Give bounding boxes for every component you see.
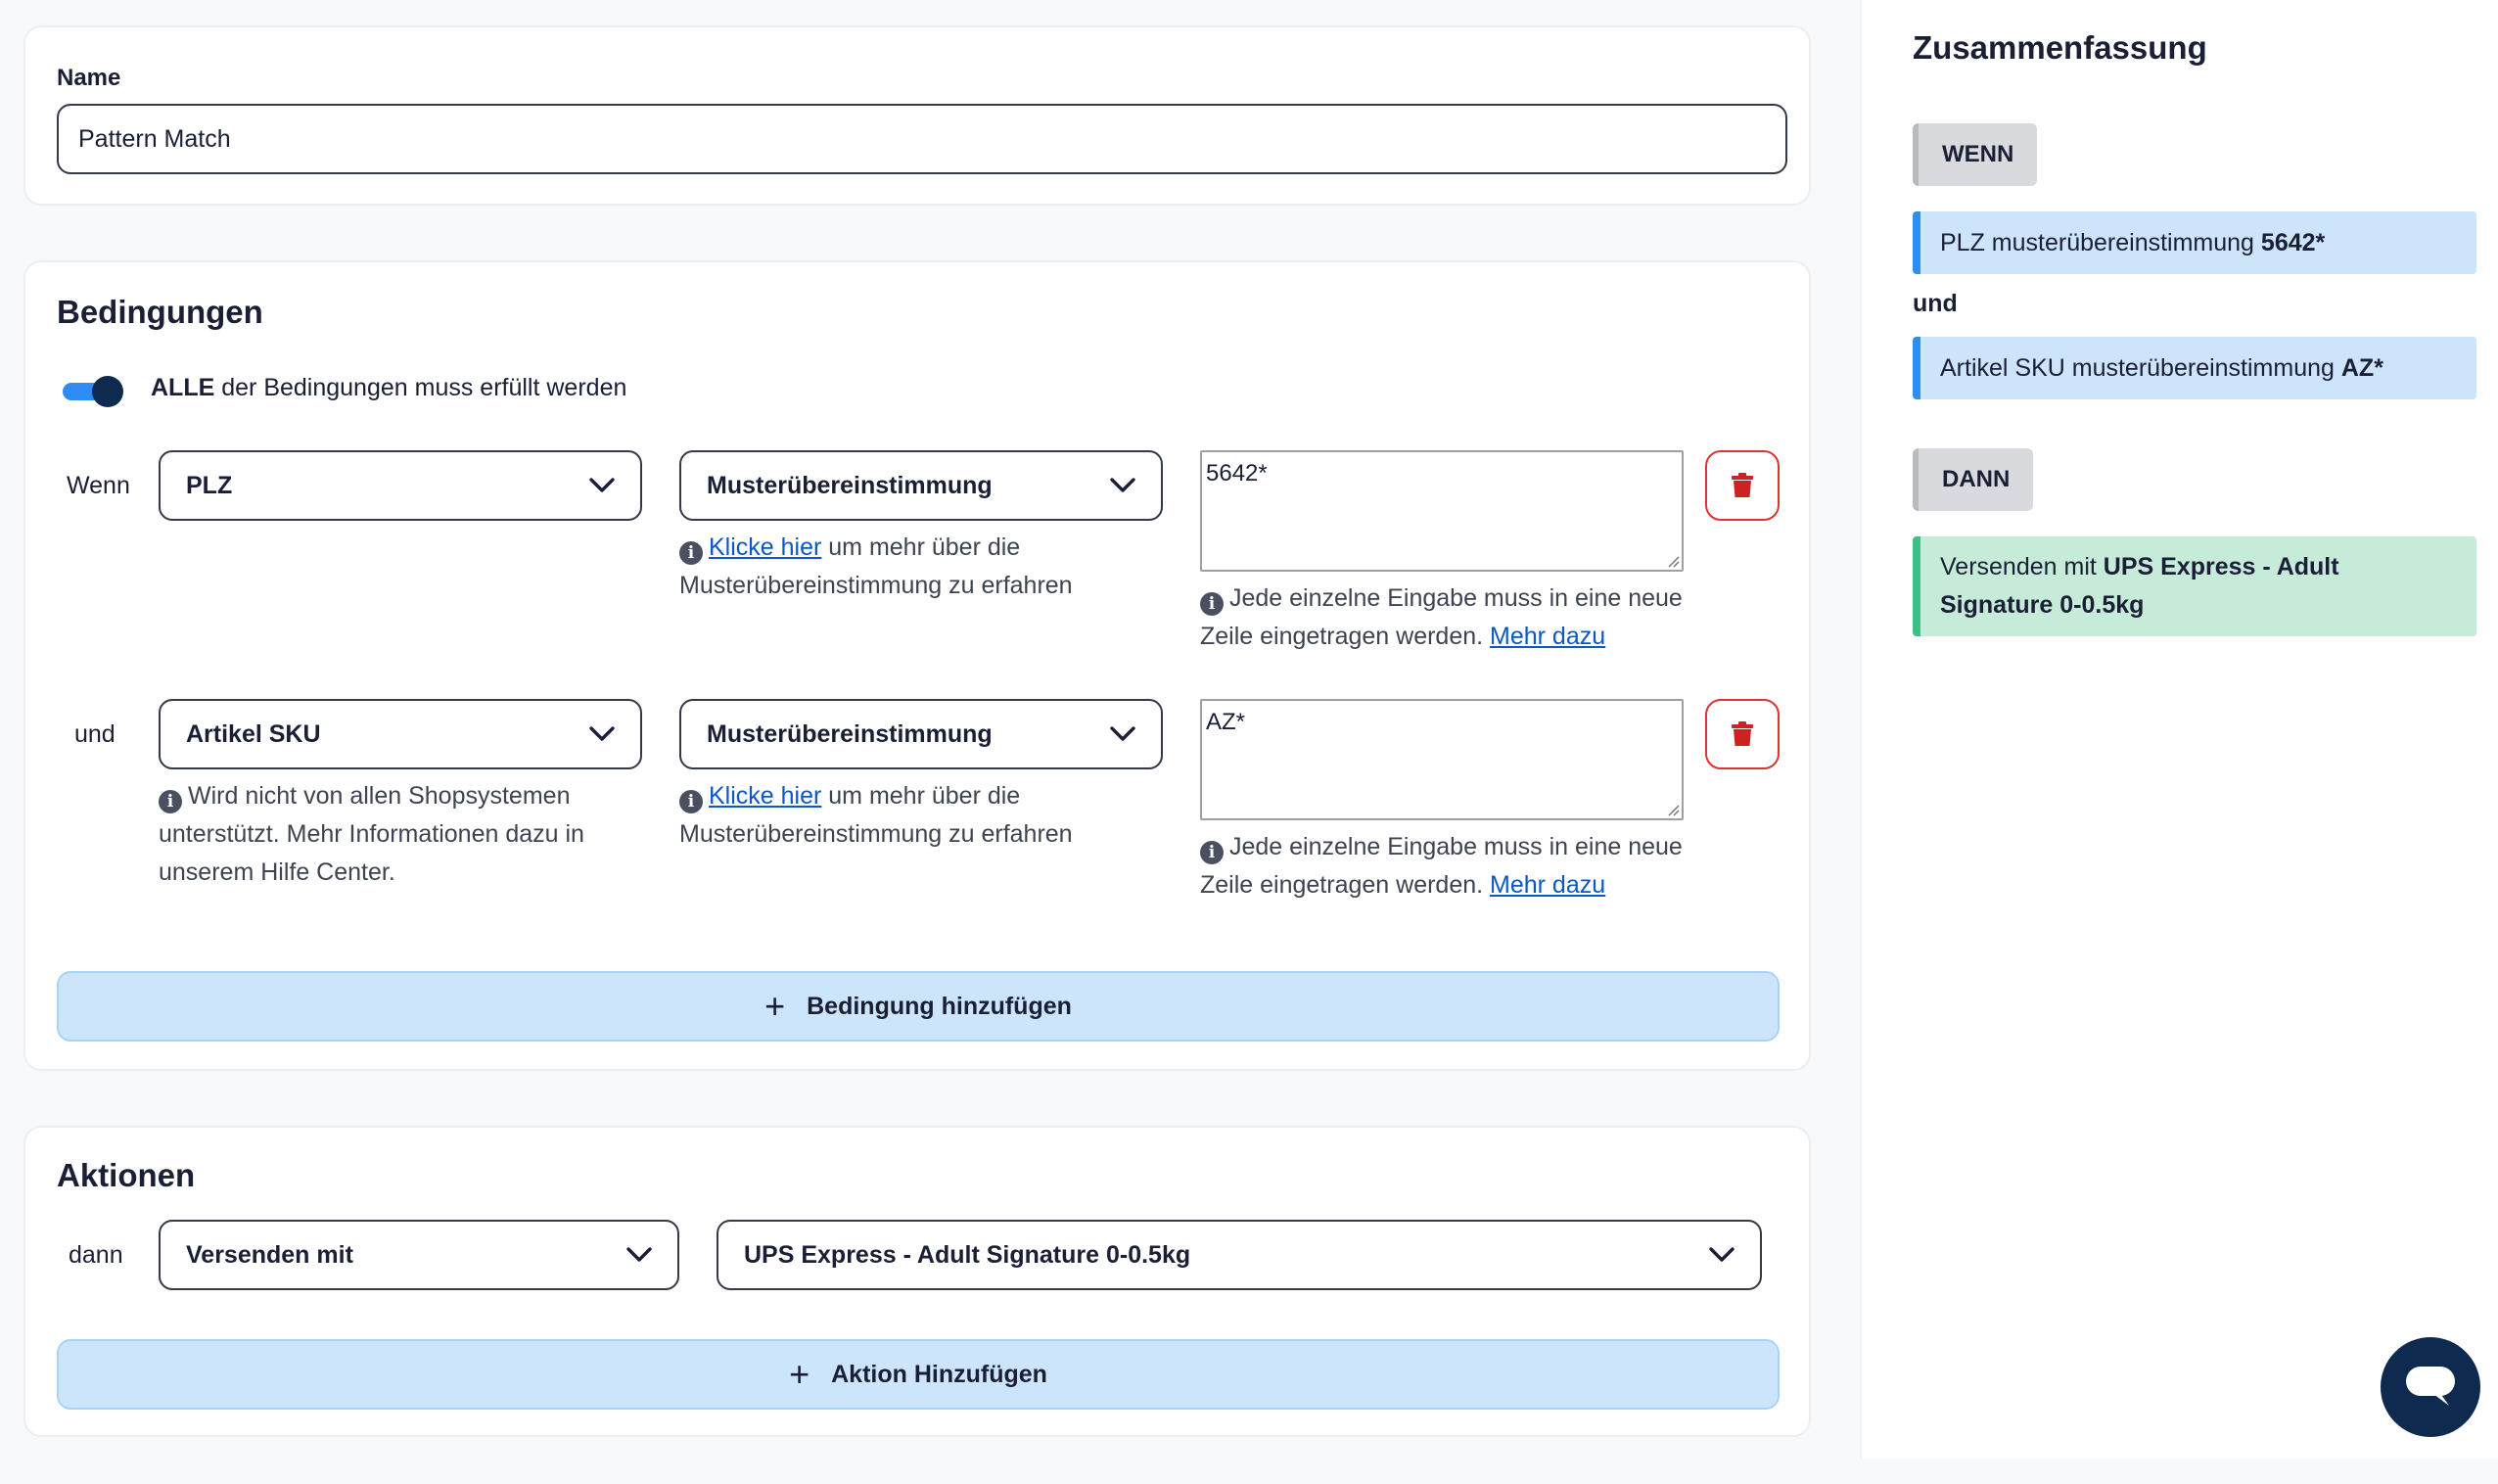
operator-select-value: Musterübereinstimmung [707, 719, 993, 748]
info-icon: i [679, 790, 703, 813]
info-icon: i [679, 541, 703, 565]
name-input[interactable] [57, 104, 1787, 174]
actions-card: Aktionen dann Versenden mit UPS Express … [23, 1126, 1811, 1437]
summary-action: Versenden mit UPS Express - Adult Signat… [1913, 536, 2476, 636]
value-textarea-text: AZ* [1206, 709, 1246, 735]
field-select[interactable]: Artikel SKU [159, 699, 642, 769]
row-prefix: Wenn [67, 472, 130, 499]
conditions-title: Bedingungen [57, 294, 263, 330]
operator-select[interactable]: Musterübereinstimmung [679, 699, 1163, 769]
toggle-label-rest: der Bedingungen muss erfüllt werden [221, 374, 627, 401]
summary-condition-text: Artikel SKU musterübereinstimmung [1940, 353, 2335, 382]
chat-button[interactable] [2381, 1337, 2480, 1437]
resize-grip-icon [1668, 805, 1680, 816]
field-select-value: Artikel SKU [186, 719, 321, 748]
plus-icon: + [789, 1354, 810, 1394]
operator-select[interactable]: Musterübereinstimmung [679, 450, 1163, 521]
plus-icon: + [764, 986, 786, 1026]
operator-help-link[interactable]: Klicke hier [709, 533, 821, 561]
summary-condition: Artikel SKU musterübereinstimmung AZ* [1913, 337, 2476, 399]
info-icon: i [1200, 841, 1224, 864]
operator-help: i Klicke hier um mehr über die Musterüber… [679, 529, 1149, 605]
toggle-label-bold: ALLE [151, 374, 215, 401]
trash-icon [1732, 473, 1753, 497]
value-help-text: Jede einzelne Eingabe muss in eine neue … [1200, 584, 1683, 650]
field-select-value: PLZ [186, 471, 233, 499]
add-action-label: Aktion Hinzufügen [831, 1360, 1047, 1388]
shipping-method-select[interactable]: UPS Express - Adult Signature 0-0.5kg [717, 1220, 1762, 1290]
chevron-down-icon [589, 726, 615, 741]
value-help: i Jede einzelne Eingabe muss in eine neue… [1200, 580, 1709, 656]
chevron-down-icon [589, 478, 615, 492]
summary-condition-value: 5642* [2260, 228, 2326, 256]
shipping-method-value: UPS Express - Adult Signature 0-0.5kg [744, 1240, 1191, 1269]
name-card: Name [23, 25, 1811, 206]
value-help-text: Jede einzelne Eingabe muss in eine neue … [1200, 833, 1683, 899]
row-prefix: und [74, 720, 116, 748]
action-prefix: dann [69, 1241, 123, 1269]
field-help-text: Wird nicht von allen Shopsystemen unters… [159, 782, 584, 886]
operator-select-value: Musterübereinstimmung [707, 471, 993, 499]
if-tag: WENN [1913, 123, 2038, 186]
action-type-select[interactable]: Versenden mit [159, 1220, 679, 1290]
add-condition-label: Bedingung hinzufügen [807, 992, 1072, 1020]
add-action-button[interactable]: + Aktion Hinzufügen [57, 1339, 1780, 1410]
name-label: Name [57, 65, 121, 91]
info-icon: i [159, 790, 182, 813]
value-textarea[interactable]: AZ* [1200, 699, 1684, 820]
summary-and: und [1913, 290, 1958, 317]
summary-condition-value: AZ* [2340, 353, 2383, 382]
value-textarea-text: 5642* [1206, 460, 1268, 487]
chevron-down-icon [1110, 726, 1135, 741]
value-help: i Jede einzelne Eingabe muss in eine neue… [1200, 828, 1709, 904]
chevron-down-icon [1110, 478, 1135, 492]
chevron-down-icon [626, 1247, 652, 1262]
operator-help-link[interactable]: Klicke hier [709, 782, 821, 810]
summary-condition: PLZ musterübereinstimmung 5642* [1913, 211, 2476, 274]
conditions-card: Bedingungen ALLE der Bedingungen muss er… [23, 260, 1811, 1071]
action-type-value: Versenden mit [186, 1240, 353, 1269]
delete-condition-button[interactable] [1705, 699, 1780, 769]
summary-title: Zusammenfassung [1913, 29, 2207, 66]
all-conditions-toggle[interactable] [63, 376, 123, 407]
chevron-down-icon [1709, 1247, 1735, 1262]
resize-grip-icon [1668, 556, 1680, 568]
value-help-link[interactable]: Mehr dazu [1490, 623, 1605, 650]
add-condition-button[interactable]: + Bedingung hinzufügen [57, 971, 1780, 1042]
summary-sidebar: Zusammenfassung WENN PLZ musterübereinst… [1860, 0, 2498, 1459]
toggle-label: ALLE der Bedingungen muss erfüllt werden [151, 374, 626, 402]
rule-editor: Name Bedingungen ALLE der Bedingungen mu… [0, 0, 1860, 1484]
field-select[interactable]: PLZ [159, 450, 642, 521]
info-icon: i [1200, 592, 1224, 616]
chat-icon [2406, 1367, 2455, 1406]
value-help-link[interactable]: Mehr dazu [1490, 871, 1605, 899]
operator-help: i Klicke hier um mehr über die Musterüber… [679, 777, 1149, 854]
field-help: i Wird nicht von allen Shopsystemen unter… [159, 777, 619, 892]
toggle-knob [92, 376, 123, 407]
summary-condition-text: PLZ musterübereinstimmung [1940, 228, 2254, 256]
actions-title: Aktionen [57, 1157, 196, 1193]
trash-icon [1732, 721, 1753, 746]
delete-condition-button[interactable] [1705, 450, 1780, 521]
then-tag: DANN [1913, 448, 2034, 511]
value-textarea[interactable]: 5642* [1200, 450, 1684, 572]
summary-action-text: Versenden mit [1940, 553, 2097, 580]
